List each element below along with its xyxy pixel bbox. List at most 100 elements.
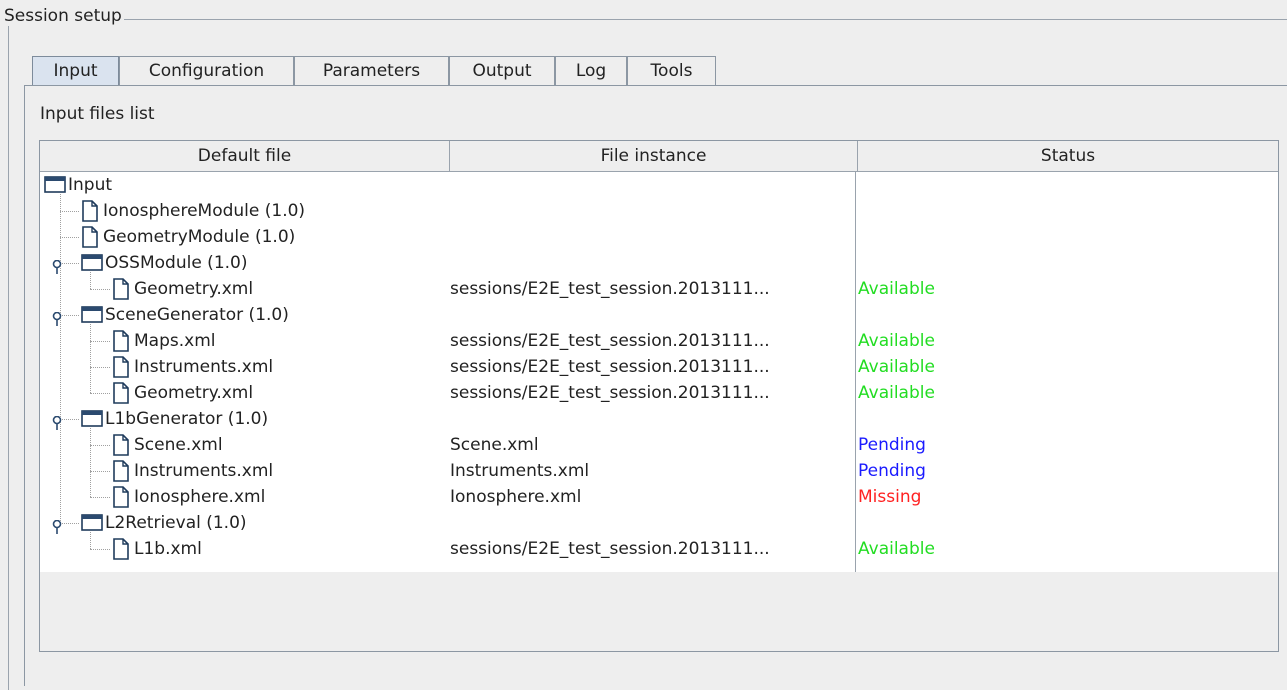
status-cell: Available <box>858 331 935 351</box>
file-instance-cell: Ionosphere.xml <box>450 487 582 507</box>
tree-cell: OSSModule (1.0) <box>40 250 446 276</box>
status-cell: Available <box>858 357 935 377</box>
column-header-file-instance[interactable]: File instance <box>450 141 858 171</box>
tree-node-label: IonosphereModule (1.0) <box>103 201 306 221</box>
tree-cell: Geometry.xml <box>40 276 446 302</box>
tree-cell: GeometryModule (1.0) <box>40 224 446 250</box>
tab-label: Parameters <box>322 61 421 81</box>
file-icon <box>112 538 130 562</box>
status-cell <box>858 510 1278 536</box>
tab-parameters[interactable]: Parameters <box>294 56 449 85</box>
table-header: Default file File instance Status <box>40 141 1278 172</box>
tree-node-label: OSSModule (1.0) <box>105 253 248 273</box>
tree-node-label: Maps.xml <box>134 331 216 351</box>
status-cell: Available <box>858 279 935 299</box>
file-instance-cell <box>450 302 855 328</box>
tree-connector <box>90 549 110 550</box>
file-instance-cell <box>450 224 855 250</box>
expand-handle-icon[interactable] <box>51 516 63 534</box>
folder-icon <box>81 513 103 536</box>
file-icon <box>112 356 130 380</box>
table-row[interactable]: L1bGenerator (1.0) <box>40 406 1278 432</box>
tree-cell: L1bGenerator (1.0) <box>40 406 446 432</box>
table-row[interactable]: L2Retrieval (1.0) <box>40 510 1278 536</box>
tree-node-label: SceneGenerator (1.0) <box>105 305 289 325</box>
tree-connector <box>90 289 110 290</box>
table-row[interactable]: GeometryModule (1.0) <box>40 224 1278 250</box>
input-files-table: Default file File instance Status Input I… <box>39 140 1279 652</box>
table-row[interactable]: IonosphereModule (1.0) <box>40 198 1278 224</box>
tab-log[interactable]: Log <box>555 56 627 85</box>
tab-tools[interactable]: Tools <box>627 56 716 85</box>
table-row[interactable]: Ionosphere.xml Ionosphere.xml Missing <box>40 484 1278 510</box>
tree-cell: Maps.xml <box>40 328 446 354</box>
expand-handle-icon[interactable] <box>51 412 63 430</box>
table-row[interactable]: SceneGenerator (1.0) <box>40 302 1278 328</box>
file-icon <box>112 330 130 354</box>
column-header-default-file[interactable]: Default file <box>40 141 450 171</box>
tab-input[interactable]: Input <box>32 56 119 87</box>
status-cell <box>858 250 1278 276</box>
table-row[interactable]: OSSModule (1.0) <box>40 250 1278 276</box>
tree-cell: IonosphereModule (1.0) <box>40 198 446 224</box>
tab-label: Output <box>472 61 532 81</box>
tree-cell: Instruments.xml <box>40 354 446 380</box>
status-cell: Available <box>858 539 935 559</box>
file-instance-cell: sessions/E2E_test_session.2013111... <box>450 357 770 377</box>
tree-node-label: GeometryModule (1.0) <box>103 227 296 247</box>
table-row[interactable]: Input <box>40 172 1278 198</box>
file-icon <box>112 486 130 510</box>
tree-node-label: Ionosphere.xml <box>134 487 266 507</box>
expand-handle-icon[interactable] <box>51 256 63 274</box>
tree-connector <box>90 445 110 446</box>
tab-label: Tools <box>650 61 693 81</box>
tab-output[interactable]: Output <box>449 56 555 85</box>
file-instance-cell <box>450 172 855 198</box>
file-icon <box>112 278 130 302</box>
file-instance-cell: sessions/E2E_test_session.2013111... <box>450 539 770 559</box>
folder-icon <box>81 253 103 276</box>
status-cell <box>858 198 1278 224</box>
expand-handle-icon[interactable] <box>51 308 63 326</box>
tree-cell: Input <box>40 172 446 198</box>
tab-configuration[interactable]: Configuration <box>119 56 294 85</box>
table-body: Input IonosphereModule (1.0) GeometryModul… <box>40 172 1278 572</box>
column-header-status[interactable]: Status <box>858 141 1278 171</box>
status-cell <box>858 406 1278 432</box>
file-instance-cell <box>450 198 855 224</box>
status-cell <box>858 172 1278 198</box>
status-cell <box>858 224 1278 250</box>
tree-connector <box>60 211 79 212</box>
file-instance-cell: Scene.xml <box>450 435 539 455</box>
table-row[interactable]: Instruments.xml Instruments.xml Pending <box>40 458 1278 484</box>
input-files-list-label: Input files list <box>40 104 155 124</box>
tree-connector <box>90 497 110 498</box>
tree-cell: L1b.xml <box>40 536 446 562</box>
tab-label: Configuration <box>148 61 265 81</box>
file-icon <box>112 460 130 484</box>
table-row[interactable]: Geometry.xml sessions/E2E_test_session.20… <box>40 276 1278 302</box>
file-instance-cell: sessions/E2E_test_session.2013111... <box>450 279 770 299</box>
file-instance-cell <box>450 406 855 432</box>
tree-node-label: L2Retrieval (1.0) <box>105 513 247 533</box>
status-cell <box>858 302 1278 328</box>
file-icon <box>81 226 99 250</box>
table-row[interactable]: Maps.xml sessions/E2E_test_session.201311… <box>40 328 1278 354</box>
status-cell: Pending <box>858 435 926 455</box>
tree-connector <box>90 471 110 472</box>
file-icon <box>112 434 130 458</box>
file-instance-cell <box>450 510 855 536</box>
tree-node-label: Geometry.xml <box>134 383 254 403</box>
file-instance-cell <box>450 250 855 276</box>
table-row[interactable]: L1b.xml sessions/E2E_test_session.2013111… <box>40 536 1278 562</box>
table-row[interactable]: Geometry.xml sessions/E2E_test_session.20… <box>40 380 1278 406</box>
table-row[interactable]: Instruments.xml sessions/E2E_test_session… <box>40 354 1278 380</box>
tree-cell: Scene.xml <box>40 432 446 458</box>
tree-node-label: L1b.xml <box>134 539 202 559</box>
tree-cell: L2Retrieval (1.0) <box>40 510 446 536</box>
file-instance-cell: sessions/E2E_test_session.2013111... <box>450 331 770 351</box>
tree-node-label: Scene.xml <box>134 435 223 455</box>
table-row[interactable]: Scene.xml Scene.xml Pending <box>40 432 1278 458</box>
folder-icon <box>81 305 103 328</box>
status-cell: Pending <box>858 461 926 481</box>
